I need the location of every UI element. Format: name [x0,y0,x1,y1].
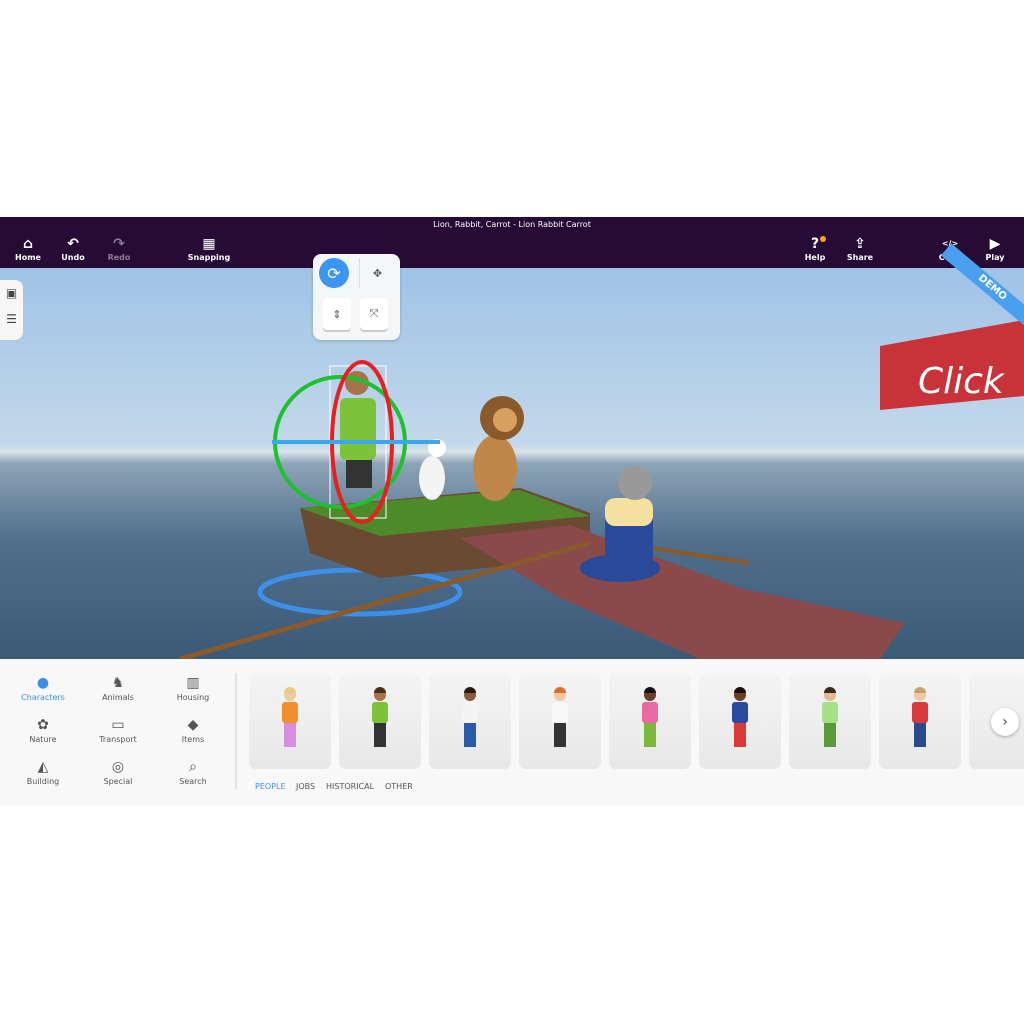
character-card[interactable] [609,673,691,769]
character-card[interactable] [519,673,601,769]
character-thumbnail [462,687,478,747]
animals-icon: ♞ [111,675,125,691]
character-thumbnail [552,687,568,747]
category-animals[interactable]: ♞ Animals [83,675,153,702]
share-icon: ⇪ [854,236,866,252]
category-search[interactable]: ⌕ Search [158,759,228,786]
character-card[interactable] [249,673,331,769]
search-icon: ⌕ [189,759,197,775]
label: Help [804,253,826,262]
subtab-other[interactable]: OTHER [385,782,413,791]
building-icon: ◭ [37,759,49,775]
subtab-jobs[interactable]: JOBS [296,782,315,791]
transport-icon: ▭ [111,717,125,733]
category-label: Building [26,777,60,786]
character-thumbnail [642,687,658,747]
old-man-character[interactable] [580,466,660,582]
label: Play [985,253,1005,262]
category-label: Search [179,777,207,786]
undo-button[interactable]: ↶ Undo [51,235,95,262]
character-card[interactable] [339,673,421,769]
character-card[interactable] [879,673,961,769]
housing-icon: ▥ [186,675,200,691]
redo-icon: ↷ [113,236,125,252]
label: Home [15,253,41,262]
label: Redo [107,253,131,262]
category-special[interactable]: ◎ Special [83,759,153,786]
character-card[interactable] [699,673,781,769]
character-card[interactable] [429,673,511,769]
library-panel: ● Characters ♞ Animals ▥ Housing ✿ Nature ▭ Trans… [0,659,1024,805]
characters-icon: ● [36,675,50,691]
transform-mode-popup: ⟳ ✥ ⇕ ⤧ [313,254,400,340]
character-thumbnail [372,687,388,747]
special-icon: ◎ [111,759,125,775]
items-icon: ◆ [187,717,199,733]
lift-mode-button[interactable]: ⇕ [323,298,351,330]
label: Undo [61,253,85,262]
undo-icon: ↶ [67,236,79,252]
3d-viewport[interactable]: Click DEMO ▣ ☰ ⟳ ✥ ⇕ ⤧ ▣Library⇧Upload▨E… [0,243,1024,712]
category-label: Items [181,735,205,744]
scene-canvas[interactable]: Click [0,268,1024,659]
label: Snapping [187,253,231,262]
play-icon: ▶ [989,236,1001,252]
rotate-mode-button[interactable]: ⟳ [319,258,349,288]
character-thumbnail [822,687,838,747]
subtab-historical[interactable]: HISTORICAL [326,782,374,791]
rabbit[interactable] [419,439,446,500]
category-items[interactable]: ◆ Items [158,717,228,744]
scene-title: Lion, Rabbit, Carrot - Lion Rabbit Carro… [433,220,591,229]
scale-mode-button[interactable]: ⤧ [360,298,388,330]
category-characters[interactable]: ● Characters [8,675,78,702]
grid-icon: ▦ [202,236,216,252]
nature-icon: ✿ [37,717,49,733]
category-label: Nature [29,735,57,744]
notification-dot [820,236,826,242]
category-label: Characters [21,693,65,702]
boy-character[interactable] [340,371,376,488]
label: Share [846,253,874,262]
next-arrow-button[interactable]: › [991,708,1019,736]
character-thumbnail [912,687,928,747]
character-card[interactable] [789,673,871,769]
category-label: Housing [176,693,210,702]
character-thumbnail [732,687,748,747]
category-housing[interactable]: ▥ Housing [158,675,228,702]
category-label: Animals [102,693,134,702]
category-building[interactable]: ◭ Building [8,759,78,786]
editor: Lion, Rabbit, Carrot - Lion Rabbit Carro… [0,217,1024,805]
snapping-button[interactable]: ▦ Snapping [187,235,231,262]
subtab-people[interactable]: PEOPLE [255,782,286,791]
character-thumbnail [282,687,298,747]
category-transport[interactable]: ▭ Transport [83,717,153,744]
redo-button[interactable]: ↷ Redo [97,235,141,262]
help-icon: ? [810,236,820,252]
list-icon[interactable]: ☰ [0,306,23,332]
gallery-icon[interactable]: ▣ [0,280,23,306]
category-label: Transport [99,735,137,744]
share-button[interactable]: ⇪ Share [838,235,882,262]
side-toolbar: ▣ ☰ [0,280,23,340]
divider [235,673,237,789]
rowboat[interactable] [460,525,905,659]
lion[interactable] [473,396,524,501]
sign-text: Click [918,361,1006,402]
move-mode-button[interactable]: ✥ [359,258,395,288]
home-button[interactable]: ⌂ Home [6,235,50,262]
home-icon: ⌂ [22,236,34,252]
help-button[interactable]: ? Help [793,235,837,262]
play-button[interactable]: ▶ Play [973,235,1017,262]
category-nature[interactable]: ✿ Nature [8,717,78,744]
top-bar: Lion, Rabbit, Carrot - Lion Rabbit Carro… [0,217,1024,268]
category-label: Special [103,777,133,786]
